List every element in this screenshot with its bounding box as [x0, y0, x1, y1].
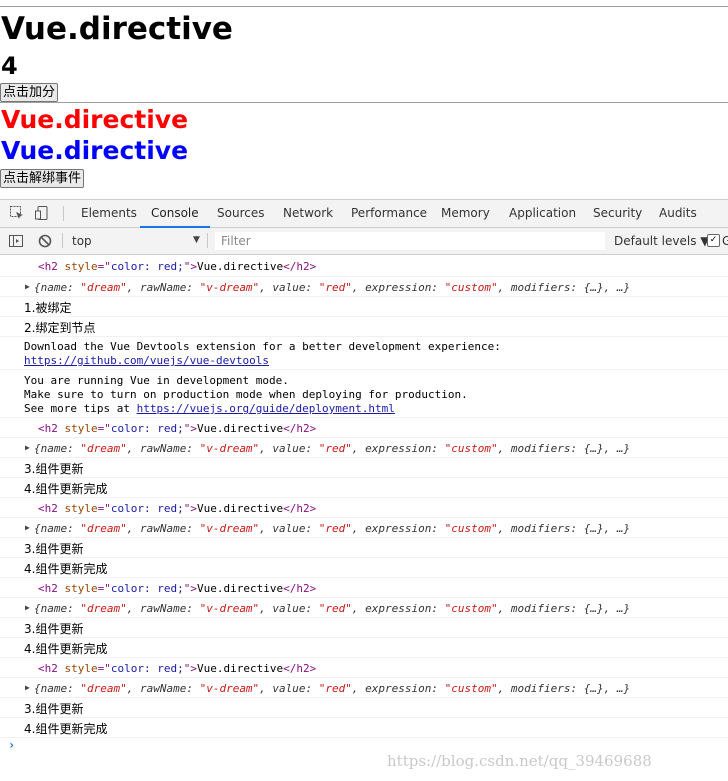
log-row: 4.组件更新完成	[0, 718, 728, 738]
log-row: 3.组件更新	[0, 618, 728, 638]
device-toolbar-icon[interactable]	[34, 205, 50, 221]
score-value: 4	[1, 52, 18, 80]
deployment-link[interactable]: https://vuejs.org/guide/deployment.html	[137, 402, 395, 415]
log-row: <h2 style="color: red;">Vue.directive</h…	[0, 578, 728, 598]
log-row: You are running Vue in development mode.…	[0, 370, 728, 418]
log-row[interactable]: ▶ {name: "dream", rawName: "v-dream", va…	[0, 277, 728, 297]
tab-security[interactable]: Security	[593, 200, 642, 227]
log-row: 4.组件更新完成	[0, 478, 728, 498]
watermark: https://blog.csdn.net/qq_39469688	[387, 752, 652, 770]
tab-performance[interactable]: Performance	[351, 200, 427, 227]
expand-triangle-icon[interactable]: ▶	[25, 523, 30, 532]
tab-application[interactable]: Application	[509, 200, 576, 227]
toolbar-overflow-text: G	[722, 234, 728, 248]
group-similar-checkbox[interactable]: ✓	[707, 234, 720, 247]
red-heading: Vue.directive	[1, 105, 189, 134]
devtools-panel: Elements Console Sources Network Perform…	[0, 199, 728, 781]
page-title: Vue.directive	[1, 11, 233, 47]
tab-elements[interactable]: Elements	[81, 200, 137, 227]
clear-console-icon[interactable]	[37, 233, 53, 252]
devtools-tabbar: Elements Console Sources Network Perform…	[0, 200, 728, 228]
inspect-element-icon[interactable]	[9, 205, 25, 221]
expand-triangle-icon[interactable]: ▶	[25, 443, 30, 452]
log-row: <h2 style="color: red;">Vue.directive</h…	[0, 498, 728, 518]
log-row: <h2 style="color: red;">Vue.directive</h…	[0, 658, 728, 678]
chevron-down-icon[interactable]: ▼	[193, 235, 200, 245]
log-row[interactable]: ▶ {name: "dream", rawName: "v-dream", va…	[0, 678, 728, 698]
expand-triangle-icon[interactable]: ▶	[25, 683, 30, 692]
log-row: 3.组件更新	[0, 538, 728, 558]
log-row[interactable]: ▶ {name: "dream", rawName: "v-dream", va…	[0, 518, 728, 538]
log-row: 4.组件更新完成	[0, 558, 728, 578]
log-row[interactable]: ▶ {name: "dream", rawName: "v-dream", va…	[0, 598, 728, 618]
log-row: <h2 style="color: red;">Vue.directive</h…	[0, 256, 728, 277]
divider	[0, 6, 728, 7]
tab-console[interactable]: Console	[140, 200, 210, 228]
tab-sources[interactable]: Sources	[217, 200, 264, 227]
log-row: 3.组件更新	[0, 458, 728, 478]
log-row: 3.组件更新	[0, 698, 728, 718]
console-toolbar: top ▼ Filter Default levels ▼ ✓ G	[0, 228, 728, 255]
divider	[0, 102, 728, 103]
divider	[62, 233, 63, 248]
tab-audits[interactable]: Audits	[659, 200, 697, 227]
expand-triangle-icon[interactable]: ▶	[25, 282, 30, 291]
sidebar-toggle-icon[interactable]	[8, 233, 24, 252]
tab-network[interactable]: Network	[283, 200, 333, 227]
filter-input[interactable]: Filter	[215, 232, 605, 250]
tab-memory[interactable]: Memory	[441, 200, 490, 227]
log-levels-dropdown[interactable]: Default levels ▼	[614, 234, 710, 248]
log-row: <h2 style="color: red;">Vue.directive</h…	[0, 418, 728, 438]
context-selector[interactable]: top	[72, 234, 92, 248]
expand-triangle-icon[interactable]: ▶	[25, 603, 30, 612]
divider	[207, 233, 208, 248]
console-prompt[interactable]: ›	[8, 738, 15, 752]
page-content: Vue.directive 4 点击加分 Vue.directive Vue.d…	[0, 0, 728, 199]
log-row[interactable]: ▶ {name: "dream", rawName: "v-dream", va…	[0, 438, 728, 458]
log-row: Download the Vue Devtools extension for …	[0, 337, 728, 370]
blue-heading: Vue.directive	[1, 136, 189, 165]
add-score-button[interactable]: 点击加分	[0, 83, 59, 102]
log-row: 4.组件更新完成	[0, 638, 728, 658]
console-output: <h2 style="color: red;">Vue.directive</h…	[0, 256, 728, 781]
devtools-link[interactable]: https://github.com/vuejs/vue-devtools	[24, 354, 269, 367]
unbind-button[interactable]: 点击解绑事件	[0, 169, 85, 188]
log-row: 1.被绑定	[0, 297, 728, 317]
divider	[63, 206, 64, 221]
log-row: 2.绑定到节点	[0, 317, 728, 337]
